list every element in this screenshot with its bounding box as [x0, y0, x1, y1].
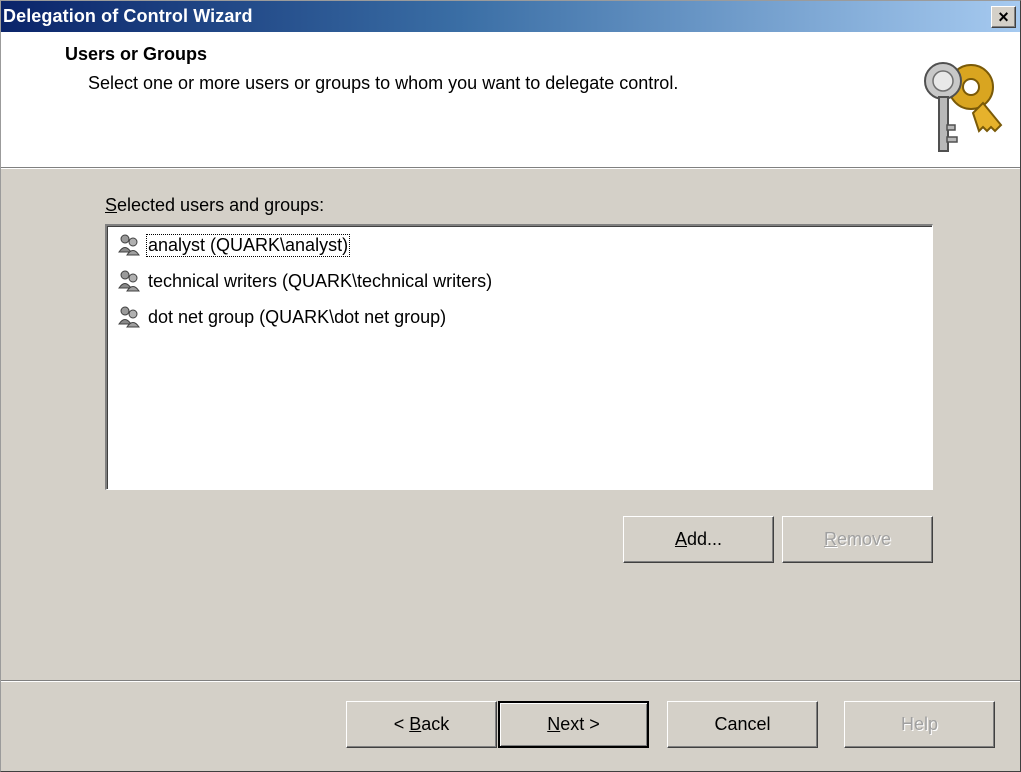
next-accelerator: N — [547, 714, 561, 734]
window-title: Delegation of Control Wizard — [3, 6, 253, 26]
list-item-label: technical writers (QUARK\technical write… — [148, 270, 493, 291]
close-icon: × — [998, 7, 1009, 27]
user-group-icon — [118, 234, 140, 256]
close-button[interactable]: × — [991, 6, 1016, 28]
user-group-icon — [118, 306, 140, 328]
page-title: Users or Groups — [65, 44, 208, 64]
back-prefix: < — [393, 714, 410, 734]
footer-divider-highlight — [1, 681, 1020, 682]
selected-users-listbox[interactable]: analyst (QUARK\analyst) technical writer… — [105, 224, 933, 490]
help-button[interactable]: Help — [844, 701, 995, 748]
cancel-button[interactable]: Cancel — [667, 701, 818, 748]
remove-button[interactable]: Remove — [782, 516, 933, 563]
list-item-label: dot net group (QUARK\dot net group) — [148, 306, 447, 327]
add-button[interactable]: Add... — [623, 516, 774, 563]
wizard-window: Delegation of Control Wizard × Users or … — [0, 0, 1021, 772]
add-accelerator: A — [674, 529, 687, 549]
next-label: ext > — [560, 714, 600, 734]
back-button[interactable]: < Back — [346, 701, 497, 748]
remove-accelerator: R — [823, 529, 837, 549]
label-rest: elected users and groups: — [117, 195, 325, 215]
selected-users-label: Selected users and groups: — [105, 195, 324, 216]
back-label: ack — [421, 714, 450, 734]
next-button[interactable]: Next > — [498, 701, 649, 748]
back-accelerator: B — [409, 714, 422, 734]
remove-label: emove — [836, 529, 892, 549]
user-group-icon — [118, 270, 140, 292]
list-item[interactable]: analyst (QUARK\analyst) — [117, 232, 351, 258]
keys-icon — [924, 62, 1003, 152]
list-item[interactable]: dot net group (QUARK\dot net group) — [117, 304, 448, 330]
add-label: dd... — [686, 529, 723, 549]
list-item-label: analyst (QUARK\analyst) — [146, 233, 351, 257]
label-accelerator: S — [105, 195, 118, 215]
title-bar[interactable]: Delegation of Control Wizard × — [1, 1, 1020, 32]
page-subtitle: Select one or more users or groups to wh… — [88, 73, 679, 93]
list-item[interactable]: technical writers (QUARK\technical write… — [117, 268, 494, 294]
header-divider-highlight — [1, 168, 1020, 169]
